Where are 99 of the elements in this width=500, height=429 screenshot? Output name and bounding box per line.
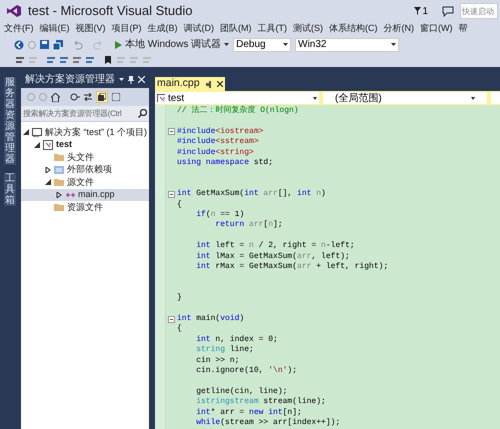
menu-item[interactable]: 项目(P) [112,22,142,36]
project-icon [157,94,165,102]
code-line: #include<sstream> [176,137,259,148]
start-debugging-button[interactable]: 本地 Windows 调试器 [115,37,230,52]
project-icon [43,140,53,150]
tree-item[interactable]: main.cpp [21,188,149,201]
back-icon[interactable] [14,40,24,50]
tree-item[interactable]: test [21,138,149,151]
dropdown-arrow-icon [471,96,475,100]
code-line: int GetMaxSum(int arr[], int n) [176,189,326,200]
bookmark-icon[interactable] [104,56,112,64]
menu-item[interactable]: 生成(B) [148,22,178,36]
dropdown-arrow-icon [391,43,396,46]
menu-item[interactable]: 视图(V) [76,22,106,36]
collapse-icon[interactable] [168,128,174,136]
menu-item[interactable]: 分析(N) [384,22,414,36]
folder-icon [54,152,64,162]
visual-studio-logo [6,4,22,18]
close-icon [216,81,223,87]
code-line: using namespace std; [176,158,274,168]
code-line: while(stream >> arr[index++]); [195,418,340,428]
folder-icon [54,202,64,212]
dropdown-arrow-icon [283,43,288,46]
tree-item[interactable]: 资源文件 [21,201,149,214]
toolbar-icon[interactable] [47,56,55,64]
pin-icon [206,80,211,88]
platform-dropdown[interactable]: Win32 [295,38,400,52]
notification-count: 1 [422,4,428,18]
toolbar-icon[interactable] [73,56,81,64]
save-all-icon[interactable] [53,40,63,50]
expanded-arrow-icon [45,179,51,186]
code-line: int left = n / 2, right = n-left; [195,241,355,252]
close-icon[interactable] [138,76,145,83]
scope-dropdown[interactable]: (全局范围) [323,92,487,104]
code-line: #include<string> [176,148,254,158]
code-line: getline(cin, line); [195,386,288,397]
collapsed-arrow-icon [56,192,62,198]
menu-item[interactable]: 帮 [458,22,468,36]
menu-item[interactable]: 编辑(E) [40,22,70,36]
dependencies-icon [54,164,64,175]
code-line: return arr[n]; [214,220,283,230]
copy-icon [98,93,106,101]
sync-icon[interactable] [70,93,80,101]
tree-item[interactable]: 外部依赖项 [21,164,149,176]
pin-icon[interactable] [128,76,134,84]
folder-icon [54,177,64,188]
toolbar-icon[interactable] [86,56,94,64]
tree-item[interactable]: 源文件 [21,176,149,188]
code-line: istringstream stream(line); [195,397,326,408]
side-tab[interactable]: 服务器资源管理器 [4,77,16,165]
toolbar-icon[interactable] [60,56,68,64]
toolbar-icon[interactable] [16,56,24,64]
solution-icon [32,127,42,138]
menu-item[interactable]: 体系结构(C) [329,22,378,36]
dropdown-arrow-icon [224,43,230,46]
tree-item[interactable]: 头文件 [21,151,149,164]
dropdown-arrow-icon [313,96,317,100]
code-line: int* arr = new int[n]; [195,408,302,418]
code-line: } [176,293,182,304]
code-line: { [176,200,182,210]
home-icon[interactable] [51,92,60,102]
panel-title: 解决方案资源管理器 [25,72,115,87]
code-line: string line; [195,345,254,356]
code-line: int rMax = GetMaxSum(arr + left, right); [195,262,388,272]
menu-item[interactable]: 文件(F) [4,22,34,36]
quick-launch-field[interactable]: 快速启动 [460,3,498,19]
menu-item[interactable]: 团队(M) [220,22,252,36]
filter-icon [414,7,422,15]
code-line: cin.ignore(10, '\n'); [195,366,298,376]
code-line: if(n == 1) [195,210,244,220]
menu-item[interactable]: 工具(T) [258,22,287,36]
menu-item[interactable]: 测试(S) [293,22,323,36]
collapsed-arrow-icon [45,166,51,173]
search-field[interactable]: 搜索解决方案资源管理器(Ctrl [21,106,149,122]
feedback-icon[interactable] [442,6,454,16]
configuration-dropdown[interactable]: Debug [233,38,292,52]
dropdown-arrow-icon[interactable] [119,78,124,81]
project-dropdown[interactable]: test [155,92,319,104]
side-tab[interactable]: 工具箱 [4,173,16,206]
show-all-files-button[interactable] [96,91,108,103]
code-line: { [176,324,182,334]
editor-tab[interactable]: main.cpp [155,77,225,91]
properties-icon[interactable] [112,93,120,101]
code-line: #include<iostream> [176,126,264,137]
menu-item[interactable]: 调试(D) [184,22,214,36]
collapse-icon[interactable] [168,190,174,198]
code-line: // 法二：时间复杂度 O(nlogn) [176,106,299,116]
arrows-icon[interactable] [84,93,92,101]
tree-item[interactable]: 解决方案 “test” (1 个项目) [21,126,149,138]
window-title: test - Microsoft Visual Studio [28,2,192,20]
code-line: int n, index = 0; [195,334,278,345]
play-icon [115,40,122,48]
code-line: cin >> n; [195,356,240,366]
menu-item[interactable]: 窗口(W) [420,22,452,36]
save-icon[interactable] [40,40,49,49]
code-line: int main(void) [176,314,244,324]
collapse-icon[interactable] [168,316,174,322]
search-icon [138,109,147,118]
code-line: int lMax = GetMaxSum(arr, left); [195,252,350,262]
